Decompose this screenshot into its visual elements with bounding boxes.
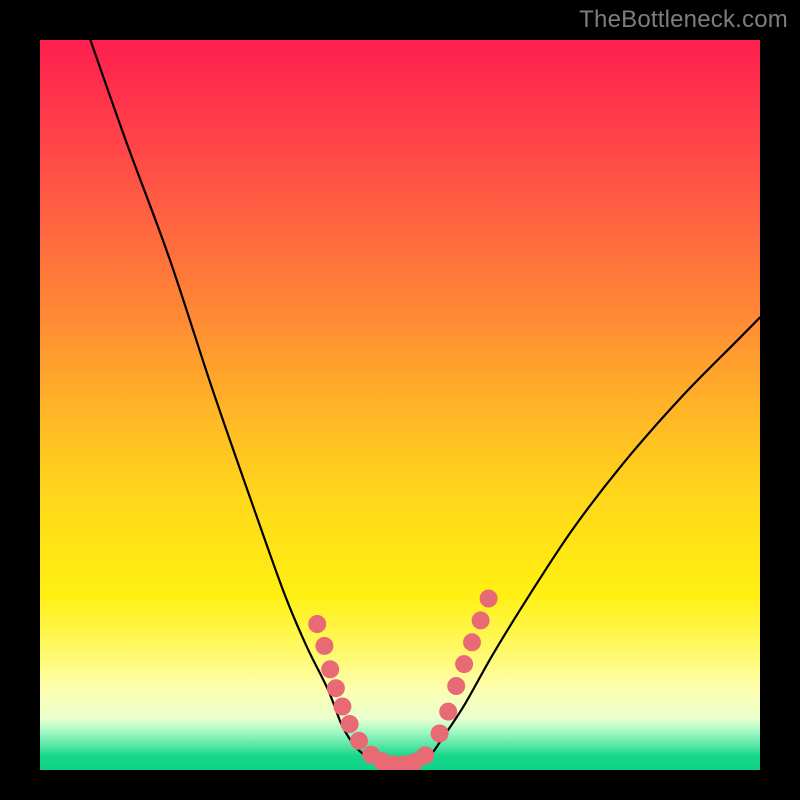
model-point	[455, 655, 473, 673]
model-point	[321, 660, 339, 678]
bottleneck-curve	[90, 40, 760, 766]
model-point	[333, 698, 351, 716]
model-point	[350, 732, 368, 750]
model-point	[431, 725, 449, 743]
model-point	[447, 677, 465, 695]
model-point	[416, 746, 434, 764]
model-point	[463, 633, 481, 651]
plot-area	[40, 40, 760, 770]
chart-overlay	[40, 40, 760, 770]
marker-group	[308, 590, 497, 771]
model-point	[439, 703, 457, 721]
model-point	[341, 715, 359, 733]
model-point	[308, 615, 326, 633]
model-point	[327, 679, 345, 697]
model-point	[315, 637, 333, 655]
model-point	[480, 590, 498, 608]
outer-frame: TheBottleneck.com	[0, 0, 800, 800]
watermark-text: TheBottleneck.com	[579, 6, 788, 34]
model-point	[472, 611, 490, 629]
